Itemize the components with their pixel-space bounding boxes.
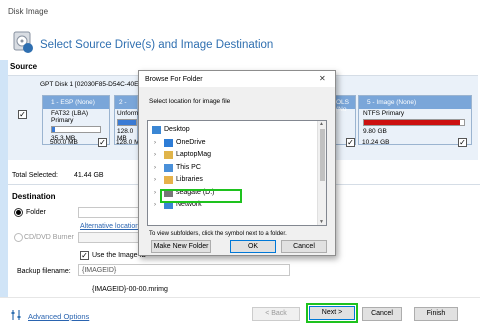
partition-5-usage-bar — [363, 119, 465, 126]
user-folder-icon — [164, 151, 173, 159]
tree-item[interactable]: › LaptopMag — [148, 149, 316, 161]
partition-5-type: NTFS Primary — [363, 110, 405, 117]
partition-1-type: FAT32 (LBA) Primary — [51, 110, 89, 124]
partition-2-usage-bar — [117, 119, 137, 126]
cancel-button[interactable]: Cancel — [362, 307, 402, 321]
disk-image-icon — [13, 31, 33, 53]
finish-button[interactable]: Finish — [414, 307, 458, 321]
advanced-options-icon — [11, 310, 21, 320]
tree-item[interactable]: › OneDrive — [148, 137, 316, 149]
cd-burner-label: CD/DVD Burner — [24, 234, 74, 241]
folder-radio[interactable] — [14, 208, 23, 217]
partition-1-usage-bar — [51, 126, 101, 133]
tree-scrollbar[interactable]: ▲ ▼ — [317, 121, 326, 225]
tree-item-label: Desktop — [164, 126, 190, 133]
expand-chevron-icon[interactable]: › — [154, 137, 156, 149]
tree-item[interactable]: › Libraries — [148, 174, 316, 186]
cd-burner-radio[interactable] — [14, 233, 23, 242]
tree-item[interactable]: Desktop — [148, 124, 316, 136]
close-icon[interactable]: ✕ — [319, 74, 326, 83]
total-selected-label: Total Selected: — [12, 172, 58, 179]
partition-2-name: 2 - — [115, 96, 137, 109]
expand-chevron-icon[interactable]: › — [154, 149, 156, 161]
folder-tree[interactable]: Desktop › OneDrive › LaptopMag › This PC › Libra… — [147, 120, 327, 226]
expand-chevron-icon[interactable]: › — [154, 174, 156, 186]
partition-5[interactable]: 5 - Image (None) NTFS Primary 9.80 GB — [358, 95, 472, 145]
dialog-cancel-button[interactable]: Cancel — [281, 240, 327, 253]
window-title: Disk Image — [8, 7, 49, 16]
partition-1-total: 500.0 MB — [50, 139, 78, 146]
expand-chevron-icon[interactable]: › — [154, 199, 156, 211]
total-selected-value: 41.44 GB — [74, 172, 104, 179]
partition-3-checkbox[interactable]: ✓ — [346, 138, 355, 147]
expand-chevron-icon[interactable]: › — [154, 162, 156, 174]
partition-1-name: 1 - ESP (None) — [43, 96, 109, 109]
tree-item-label: LaptopMag — [176, 151, 212, 158]
partition-2-type: Unformat — [117, 110, 144, 117]
scrollbar-thumb[interactable] — [320, 129, 325, 181]
dialog-hint: To view subfolders, click the symbol nex… — [149, 231, 287, 237]
filename-preview: {IMAGEID}-00-00.mrimg — [92, 286, 168, 293]
computer-icon — [164, 163, 173, 172]
folder-path-input[interactable] — [78, 207, 140, 218]
browse-folder-dialog: Browse For Folder ✕ Select location for … — [138, 70, 336, 256]
disk-checkbox[interactable]: ✓ — [18, 110, 27, 119]
folder-label: Folder — [26, 209, 46, 216]
back-button[interactable]: < Back — [252, 307, 300, 321]
partition-5-used: 9.80 GB — [363, 128, 387, 135]
partition-1-checkbox[interactable]: ✓ — [98, 138, 107, 147]
make-new-folder-button[interactable]: Make New Folder — [151, 240, 211, 253]
backup-filename-input[interactable]: {IMAGEID} — [78, 264, 290, 276]
scroll-down-icon[interactable]: ▼ — [319, 219, 324, 225]
page-title: Select Source Drive(s) and Image Destina… — [40, 39, 274, 51]
onedrive-icon — [164, 138, 173, 147]
partition-5-checkbox[interactable]: ✓ — [458, 138, 467, 147]
expand-chevron-icon[interactable]: › — [154, 187, 156, 199]
partition-5-name: 5 - Image (None) — [359, 96, 471, 109]
next-button[interactable]: Next > — [309, 306, 355, 320]
tree-item-label: This PC — [176, 163, 201, 171]
selected-folder-highlight — [160, 189, 242, 203]
destination-section-label: Destination — [12, 192, 56, 201]
source-section-label: Source — [10, 62, 38, 71]
backup-filename-label: Backup filename: — [17, 268, 71, 275]
use-image-id-checkbox[interactable]: ✓ — [80, 251, 89, 260]
scroll-up-icon[interactable]: ▲ — [319, 121, 324, 127]
desktop-icon — [152, 126, 161, 134]
partition-2[interactable]: 2 - Unformat 128.0 MB — [114, 95, 144, 145]
ok-button[interactable]: OK — [230, 240, 276, 253]
cd-burner-select[interactable] — [78, 232, 140, 243]
tree-item-label: OneDrive — [176, 138, 206, 146]
dialog-prompt: Select location for image file — [149, 98, 231, 105]
partition-3-name: OLS (No — [336, 96, 355, 113]
left-strip — [0, 60, 8, 320]
advanced-options-link[interactable]: Advanced Options — [28, 312, 89, 321]
tree-item-label: Libraries — [176, 176, 203, 183]
tree-item[interactable]: › This PC — [148, 162, 316, 174]
libraries-icon — [164, 176, 173, 184]
title-bar — [0, 0, 480, 20]
alternative-location-link[interactable]: Alternative location — [80, 223, 139, 230]
partition-2-total: 128.0 M — [116, 139, 140, 146]
partition-5-total: 10.24 GB — [362, 139, 390, 146]
dialog-title: Browse For Folder — [145, 76, 203, 83]
